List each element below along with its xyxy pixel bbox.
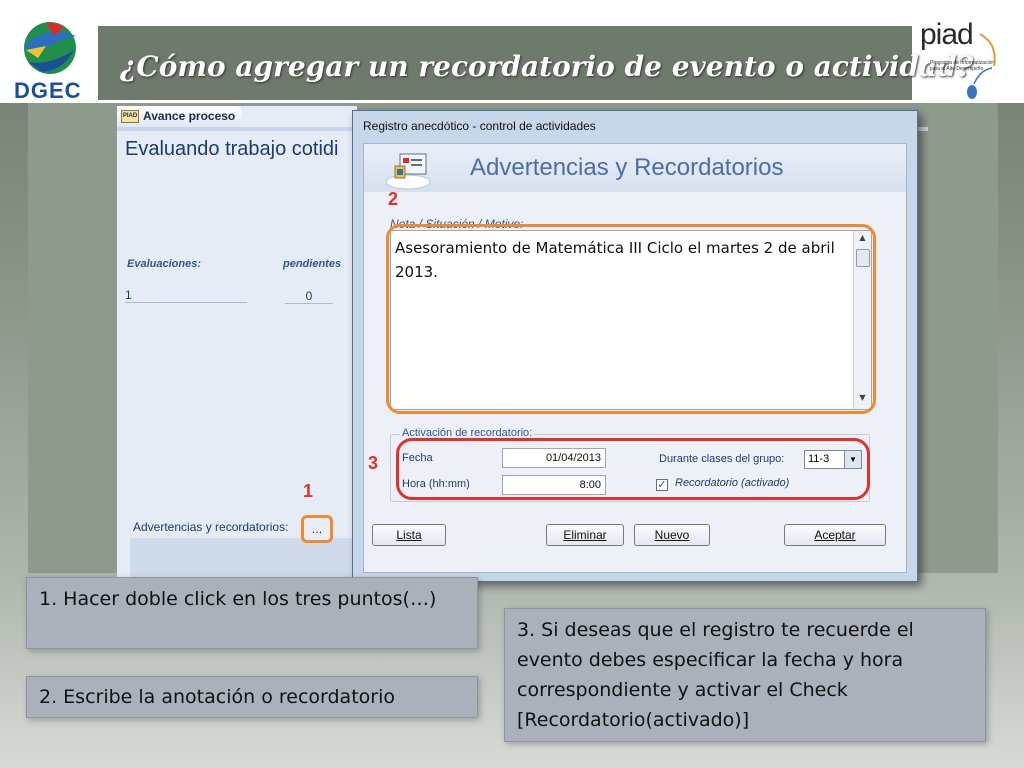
marker-3: 3 xyxy=(368,453,379,473)
advertencias-label: Advertencias y recordatorios: xyxy=(133,520,289,534)
dgec-logo: DGEC xyxy=(6,6,96,103)
aceptar-button[interactable]: Aceptar xyxy=(784,524,886,546)
piad-logo: piad Programa de Informatización para el… xyxy=(914,18,1004,100)
dialog-body: Advertencias y Recordatorios 2 Nota / Si… xyxy=(363,143,907,573)
dgec-logo-text: DGEC xyxy=(14,78,82,103)
evaluaciones-label: Evaluaciones: xyxy=(127,258,201,270)
advertencias-dots-button[interactable]: ... xyxy=(301,515,333,543)
mouse-icon xyxy=(967,33,996,99)
dialog-window-title: Registro anecdótico - control de activid… xyxy=(363,119,596,133)
marker-2: 2 xyxy=(388,189,399,209)
background-app-panel xyxy=(117,106,357,581)
pendientes-label: pendientes xyxy=(283,258,342,270)
presentation-board-icon xyxy=(386,153,431,190)
pendientes-value: 0 xyxy=(285,289,333,304)
instruction-step-3-text: 3. Si deseas que el registro te recuerde… xyxy=(517,619,914,731)
evaluaciones-value: 1 xyxy=(125,288,247,303)
nuevo-button[interactable]: Nuevo xyxy=(634,524,710,546)
instruction-step-1-text: 1. Hacer doble click en los tres puntos(… xyxy=(39,588,437,610)
slide-title: ¿Cómo agregar un recordatorio de evento … xyxy=(120,50,974,83)
instruction-step-2: 2. Escribe la anotación o recordatorio xyxy=(26,676,478,718)
lista-button[interactable]: Lista xyxy=(372,524,446,546)
highlight-nota-ring xyxy=(386,224,876,414)
highlight-activacion-ring xyxy=(396,438,870,500)
instruction-step-3: 3. Si deseas que el registro te recuerde… xyxy=(504,608,986,742)
tab-label: Avance proceso xyxy=(143,109,236,123)
registro-dialog: Registro anecdótico - control de activid… xyxy=(352,110,918,582)
piad-tab-icon: PIAD xyxy=(121,110,139,123)
dialog-heading: Advertencias y Recordatorios xyxy=(470,154,784,181)
eliminar-button[interactable]: Eliminar xyxy=(546,524,624,546)
marker-1: 1 xyxy=(303,481,314,501)
tab-avance-proceso[interactable]: PIAD Avance proceso xyxy=(117,106,242,127)
instruction-step-1: 1. Hacer doble click en los tres puntos(… xyxy=(26,577,478,649)
background-heading: Evaluando trabajo cotidi xyxy=(125,138,339,160)
advertencias-list xyxy=(130,538,352,578)
instruction-step-2-text: 2. Escribe la anotación o recordatorio xyxy=(39,686,395,708)
